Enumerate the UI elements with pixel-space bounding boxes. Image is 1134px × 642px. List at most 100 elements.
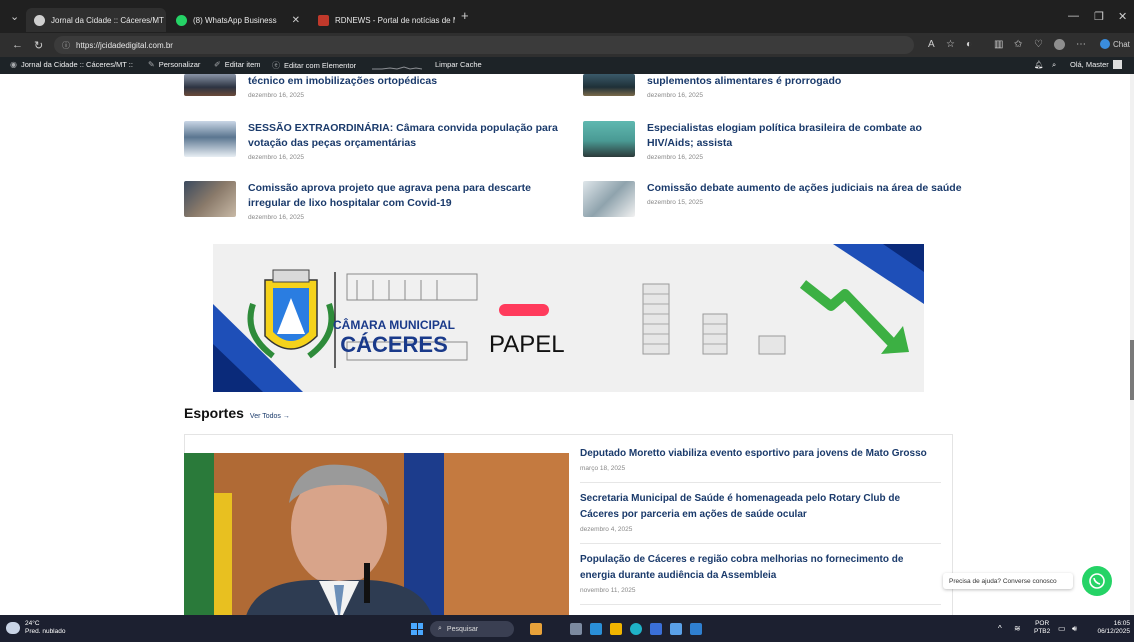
edit-elementor-label: Editar com Elementor: [284, 61, 357, 70]
notifications-bell-icon[interactable]: 🔔︎: [1034, 60, 1044, 69]
start-button[interactable]: [411, 623, 423, 635]
tab-label: Jornal da Cidade :: Cáceres/MT :: ...: [51, 15, 166, 25]
task-view-icon[interactable]: [570, 623, 582, 635]
copilot-button[interactable]: Chat: [1100, 39, 1130, 49]
help-bubble[interactable]: Precisa de ajuda? Converse conosco: [943, 573, 1073, 589]
news-title[interactable]: Comissão debate aumento de ações judicia…: [647, 181, 962, 196]
news-thumbnail[interactable]: [184, 181, 236, 217]
tray-chevron-icon[interactable]: ^: [998, 624, 1002, 633]
customize-label: Personalizar: [158, 60, 201, 69]
see-all-link[interactable]: Ver Todos →: [250, 413, 290, 420]
news-date: dezembro 16, 2025: [248, 214, 305, 221]
news-title[interactable]: técnico em imobilizações ortopédicas: [248, 74, 437, 89]
restore-icon[interactable]: ❐: [1094, 10, 1104, 23]
favorites-icon[interactable]: ✩: [1014, 39, 1022, 50]
news-item[interactable]: Especialistas elogiam política brasileir…: [583, 121, 922, 161]
store-icon[interactable]: [650, 623, 662, 635]
admin-account[interactable]: Olá, Master: [1070, 60, 1122, 69]
more-menu-icon[interactable]: ⋯: [1076, 39, 1086, 50]
news-title-line2[interactable]: HIV/Aids; assista: [647, 136, 922, 151]
news-title[interactable]: SESSÃO EXTRAORDINÁRIA: Câmara convida po…: [248, 121, 558, 136]
news-title[interactable]: Comissão aprova projeto que agrava pena …: [248, 181, 531, 196]
news-thumbnail[interactable]: [184, 74, 236, 96]
file-explorer-icon[interactable]: [610, 623, 622, 635]
user-avatar: [1112, 60, 1122, 69]
sports-news-title-line2[interactable]: energia durante audiência da Assembleia: [580, 568, 941, 584]
close-tab-icon[interactable]: ✕: [286, 15, 300, 26]
clock-date: 06/12/2025: [1097, 628, 1130, 635]
teams-icon[interactable]: [590, 623, 602, 635]
tab-actions-chevron-icon[interactable]: ⌄: [10, 10, 19, 23]
whatsapp-icon: [176, 14, 187, 26]
new-tab-icon[interactable]: +: [461, 8, 469, 23]
sports-news-title-line2[interactable]: Cáceres por parceria em ações de saúde o…: [580, 507, 941, 523]
whatsapp-button[interactable]: [1082, 566, 1112, 596]
down-arrow-icon: [799, 280, 897, 348]
page-scrollbar-thumb[interactable]: [1130, 340, 1134, 400]
tab-whatsapp[interactable]: (8) WhatsApp Business ✕: [168, 8, 308, 32]
clock[interactable]: 16:05 06/12/2025: [1090, 620, 1130, 636]
mail-icon[interactable]: [670, 623, 682, 635]
news-date: dezembro 15, 2025: [647, 199, 704, 206]
sports-news-date: dezembro 4, 2025: [580, 526, 633, 533]
news-thumbnail[interactable]: [583, 121, 635, 157]
volume-icon[interactable]: 🔊︎: [1072, 624, 1077, 634]
news-item[interactable]: suplementos alimentares é prorrogado dez…: [583, 74, 841, 99]
news-thumbnail[interactable]: [583, 181, 635, 217]
taskbar-search[interactable]: ⌕ Pesquisar: [430, 621, 514, 637]
clear-cache-label: Limpar Cache: [435, 60, 482, 69]
display-icon[interactable]: ▭: [1058, 624, 1066, 633]
whatsapp-icon: [1089, 573, 1105, 589]
sports-news-title[interactable]: Deputado Moretto viabiliza evento esport…: [580, 446, 941, 462]
news-thumbnail[interactable]: [184, 121, 236, 157]
divider: [580, 604, 941, 605]
sports-news-title[interactable]: População de Cáceres e região cobra melh…: [580, 552, 941, 568]
profile-avatar-icon[interactable]: [1054, 39, 1065, 50]
tab-rdnews[interactable]: RDNEWS - Portal de notícias de M... ✕: [310, 8, 455, 32]
weather-widget[interactable]: 24°C Pred. nublado: [6, 620, 65, 636]
keyboard-code: PTB2: [1034, 628, 1051, 635]
sports-section-header: Esportes Ver Todos →: [184, 405, 290, 421]
admin-search-icon[interactable]: ⌕: [1052, 60, 1056, 70]
site-info-icon[interactable]: ⓘ: [62, 40, 70, 51]
news-item[interactable]: SESSÃO EXTRAORDINÁRIA: Câmara convida po…: [184, 121, 558, 161]
reload-icon[interactable]: ↻: [34, 39, 43, 52]
url-field[interactable]: ⓘ https://jcidadedigital.com.br: [54, 36, 914, 54]
back-icon[interactable]: ←: [12, 39, 23, 51]
sports-news-title[interactable]: Secretaria Municipal de Saúde é homenage…: [580, 491, 941, 507]
sports-news-item[interactable]: Deputado Moretto viabiliza evento esport…: [580, 446, 941, 472]
admin-edit-item[interactable]: ✐ Editar item: [214, 60, 261, 69]
favorite-star-icon[interactable]: ☆: [946, 39, 955, 50]
admin-performance-graph[interactable]: [372, 60, 422, 70]
news-thumbnail[interactable]: [583, 74, 635, 96]
admin-edit-elementor[interactable]: ⓔ Editar com Elementor: [272, 60, 356, 71]
admin-clear-cache[interactable]: Limpar Cache: [435, 60, 482, 69]
split-screen-icon[interactable]: ▥: [994, 39, 1003, 50]
admin-site-link[interactable]: ◉ Jornal da Cidade :: Cáceres/MT ::: [10, 60, 133, 69]
sports-featured-photo[interactable]: [184, 453, 569, 623]
sports-news-item[interactable]: População de Cáceres e região cobra melh…: [580, 552, 941, 594]
extension-icon[interactable]: ◐: [966, 39, 972, 50]
browser-essentials-icon[interactable]: ♡: [1034, 39, 1043, 50]
news-item[interactable]: Comissão debate aumento de ações judicia…: [583, 181, 962, 217]
close-window-icon[interactable]: ✕: [1118, 10, 1127, 23]
admin-customize[interactable]: ✎ Personalizar: [148, 60, 200, 69]
read-aloud-icon[interactable]: A: [928, 39, 935, 50]
camara-caceres-banner[interactable]: CÂMARA MUNICIPAL CÁCERES PAPEL: [213, 244, 924, 392]
news-title[interactable]: suplementos alimentares é prorrogado: [647, 74, 841, 89]
network-icon[interactable]: ≋: [1014, 624, 1021, 633]
minimize-icon[interactable]: —: [1068, 10, 1079, 22]
news-item[interactable]: Comissão aprova projeto que agrava pena …: [184, 181, 531, 221]
news-title-line2[interactable]: votação das peças orçamentárias: [248, 136, 558, 151]
edge-browser-icon[interactable]: [630, 623, 642, 635]
news-title-line2[interactable]: irregular de lixo hospitalar com Covid-1…: [248, 196, 531, 211]
sports-news-item[interactable]: Secretaria Municipal de Saúde é homenage…: [580, 491, 941, 533]
language-indicator[interactable]: POR PTB2: [1034, 620, 1050, 636]
widgets-icon[interactable]: [530, 623, 542, 635]
news-title[interactable]: Especialistas elogiam política brasileir…: [647, 121, 922, 136]
elementor-icon: ⓔ: [272, 61, 280, 70]
news-item[interactable]: técnico em imobilizações ortopédicas dez…: [184, 74, 437, 99]
banner-line1: CÂMARA MUNICIPAL: [333, 317, 455, 332]
app-icon[interactable]: [690, 623, 702, 635]
tab-jornal[interactable]: Jornal da Cidade :: Cáceres/MT :: ... ✕: [26, 8, 166, 32]
